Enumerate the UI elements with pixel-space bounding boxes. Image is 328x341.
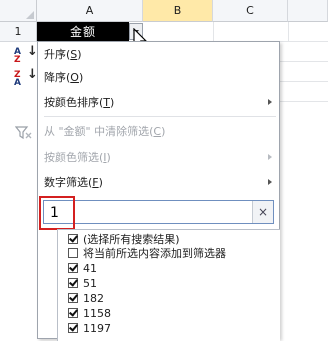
number-filter-label: 数字筛选 (44, 176, 88, 189)
list-item-label: 182 (83, 291, 104, 305)
filter-by-color-key: I (103, 151, 107, 164)
filter-clear-icon (15, 126, 32, 140)
corner-triangle-icon (26, 11, 34, 19)
submenu-arrow-icon (268, 179, 272, 185)
sort-az-icon: A Z ↓ (14, 44, 38, 65)
filter-checklist: (选择所有搜索结果) 将当前所选内容添加到筛选器 41 51 182 1158 … (57, 229, 280, 341)
list-item-label: 51 (83, 276, 97, 290)
list-item[interactable]: (选择所有搜索结果) (68, 232, 180, 246)
menu-item-clear-filter[interactable]: 从 "金额" 中清除筛选(C) (15, 121, 279, 141)
checkbox[interactable] (68, 278, 78, 288)
list-item-label: 1197 (83, 321, 111, 335)
list-item[interactable]: 51 (68, 276, 97, 290)
list-item-label: 1158 (83, 306, 111, 320)
gridline (280, 101, 328, 102)
checkbox[interactable] (68, 234, 78, 244)
list-item[interactable]: 182 (68, 291, 104, 305)
autofilter-menu: A Z ↓ 升序(S) Z A ↓ 降序(O) 按颜色排序(T) 从 "金额" 中清除筛… (14, 41, 280, 341)
list-item[interactable]: 将当前所选内容添加到筛选器 (68, 246, 226, 260)
sort-by-color-key: T (103, 96, 111, 109)
highlight-box (39, 196, 75, 230)
column-header-d[interactable] (288, 0, 328, 22)
checkbox[interactable] (68, 308, 78, 318)
sort-asc-key: S (70, 48, 78, 61)
number-filter-key: F (92, 176, 99, 189)
submenu-arrow-icon (268, 154, 272, 160)
menu-item-number-filters[interactable]: 数字筛选(F) (38, 172, 279, 192)
search-input[interactable]: 1 × (43, 200, 274, 224)
column-header-a[interactable]: A (37, 0, 143, 22)
sort-za-icon: Z A ↓ (14, 67, 38, 88)
column-header-b[interactable]: B (143, 0, 213, 22)
column-header-c[interactable]: C (213, 0, 288, 22)
menu-item-filter-by-color[interactable]: 按颜色筛选(I) (38, 147, 279, 167)
cell-a1[interactable]: 金额 (37, 22, 129, 41)
checkbox[interactable] (68, 248, 78, 258)
list-item-label: 41 (83, 261, 97, 275)
list-item[interactable]: 1158 (68, 306, 111, 320)
submenu-arrow-icon (268, 99, 272, 105)
clear-search-icon[interactable]: × (252, 201, 273, 223)
sort-desc-key: O (70, 71, 79, 84)
menu-item-sort-by-color[interactable]: 按颜色排序(T) (38, 92, 279, 112)
checkbox[interactable] (68, 293, 78, 303)
row-header-1[interactable]: 1 (0, 22, 37, 42)
clear-filter-key: C (153, 125, 162, 138)
checkbox[interactable] (68, 323, 78, 333)
menu-item-sort-ascending[interactable]: A Z ↓ 升序(S) (14, 44, 279, 65)
list-item[interactable]: 1197 (68, 321, 111, 335)
sort-asc-label: 升序 (44, 48, 66, 61)
checkbox[interactable] (68, 263, 78, 273)
list-item[interactable]: 41 (68, 261, 97, 275)
gridline (280, 81, 328, 82)
menu-item-sort-descending[interactable]: Z A ↓ 降序(O) (14, 67, 279, 88)
sort-by-color-label: 按颜色排序 (44, 96, 99, 109)
clear-filter-label: 从 "金额" 中清除筛选 (44, 125, 150, 138)
list-item-label: 将当前所选内容添加到筛选器 (83, 247, 226, 260)
gridline (213, 22, 214, 42)
menu-separator (44, 116, 276, 117)
filter-by-color-label: 按颜色筛选 (44, 151, 99, 164)
select-all-corner[interactable] (0, 0, 37, 22)
gridline (288, 22, 289, 42)
gridline (280, 61, 328, 62)
sort-desc-label: 降序 (44, 71, 66, 84)
